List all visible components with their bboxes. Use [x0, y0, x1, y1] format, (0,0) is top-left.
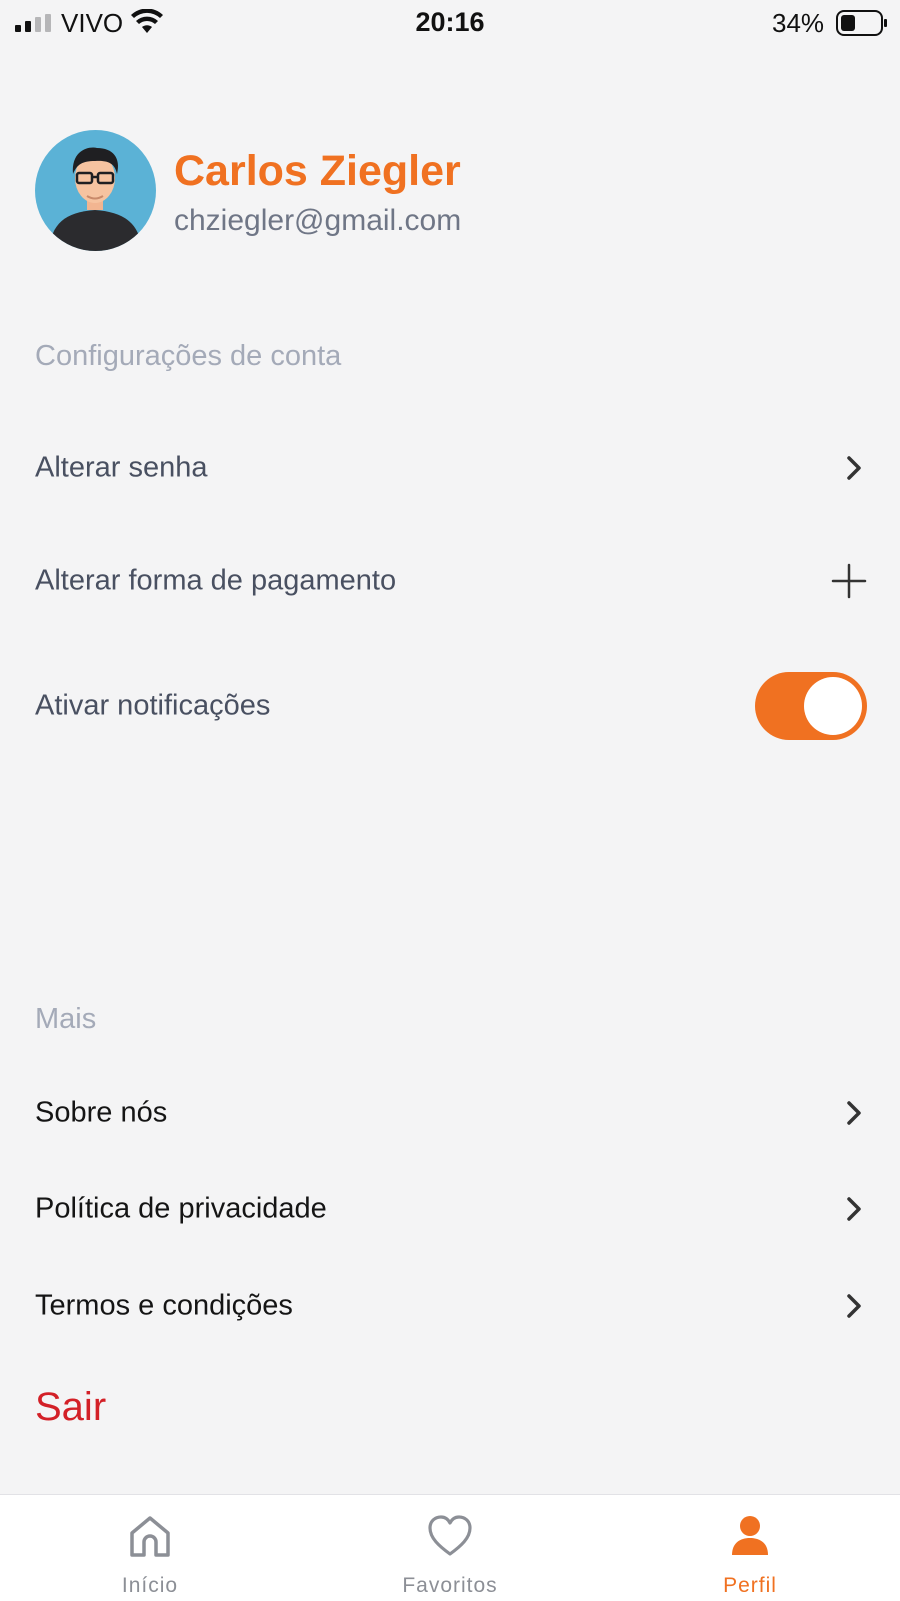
tab-profile-label: Perfil	[723, 1574, 777, 1597]
status-bar: VIVO 20:16 34%	[0, 0, 900, 44]
change-payment-row[interactable]: Alterar forma de pagamento	[35, 541, 867, 621]
notifications-label: Ativar notificações	[35, 689, 271, 722]
status-time: 20:16	[415, 7, 485, 37]
battery-percentage: 34%	[772, 8, 825, 38]
tab-favorites-label: Favoritos	[402, 1574, 498, 1597]
tab-profile[interactable]: Perfil	[660, 1495, 840, 1601]
chevron-right-icon	[847, 1101, 861, 1125]
terms-label: Termos e condições	[35, 1289, 293, 1322]
chevron-right-icon	[847, 1294, 861, 1318]
change-payment-label: Alterar forma de pagamento	[35, 564, 397, 597]
tab-bar: Início Favoritos Perfil	[0, 1494, 900, 1601]
terms-row[interactable]: Termos e condições	[35, 1266, 865, 1346]
logout-button[interactable]: Sair	[35, 1385, 106, 1430]
avatar-image	[35, 130, 156, 251]
about-label: Sobre nós	[35, 1096, 168, 1129]
avatar[interactable]	[35, 130, 156, 251]
more-section-title: Mais	[35, 1003, 97, 1035]
notifications-row: Ativar notificações	[35, 666, 867, 746]
tab-home-label: Início	[121, 1574, 179, 1597]
tab-home[interactable]: Início	[60, 1495, 240, 1601]
about-row[interactable]: Sobre nós	[35, 1073, 865, 1153]
plus-icon	[831, 563, 867, 599]
heart-icon	[428, 1515, 472, 1556]
account-settings-title: Configurações de conta	[35, 340, 342, 372]
profile-name: Carlos Ziegler	[174, 147, 461, 195]
user-icon	[732, 1516, 768, 1555]
home-icon	[130, 1516, 170, 1557]
change-password-row[interactable]: Alterar senha	[35, 428, 865, 508]
toggle-knob	[804, 677, 862, 735]
chevron-right-icon	[847, 1197, 861, 1221]
notifications-toggle[interactable]	[755, 672, 867, 740]
chevron-right-icon	[847, 456, 861, 480]
privacy-policy-label: Política de privacidade	[35, 1192, 327, 1225]
profile-email: chziegler@gmail.com	[174, 204, 462, 237]
battery-icon	[836, 10, 887, 36]
tab-favorites[interactable]: Favoritos	[360, 1495, 540, 1601]
change-password-label: Alterar senha	[35, 451, 208, 484]
privacy-policy-row[interactable]: Política de privacidade	[35, 1169, 865, 1249]
